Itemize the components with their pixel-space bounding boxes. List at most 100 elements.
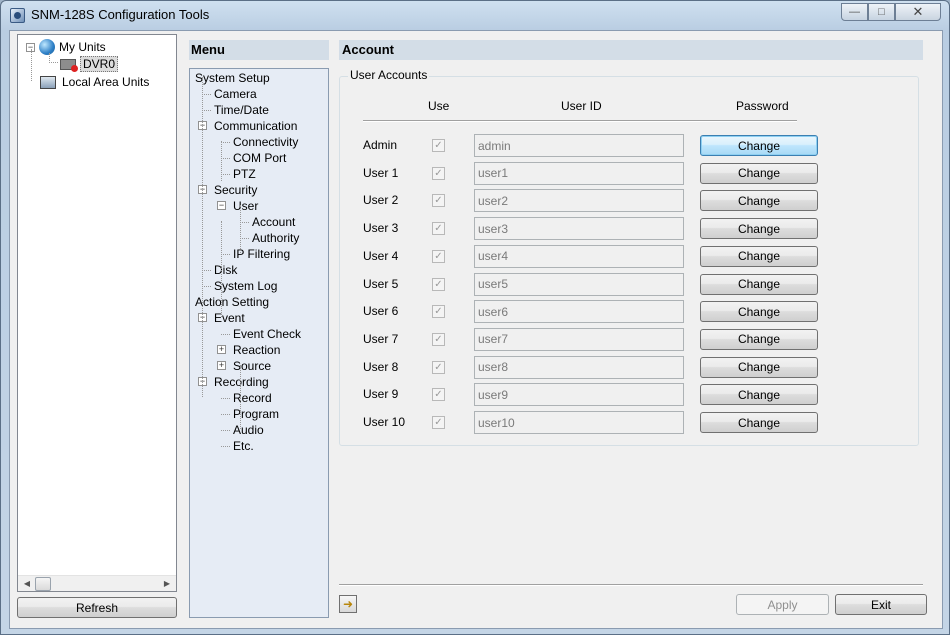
user-id-field[interactable]: [474, 244, 684, 268]
use-checkbox[interactable]: ✓: [432, 166, 445, 180]
window-title: SNM-128S Configuration Tools: [31, 7, 210, 22]
maximize-button[interactable]: □: [868, 3, 895, 21]
menu-item-authority[interactable]: Authority: [252, 230, 299, 246]
menu-item-camera[interactable]: Camera: [214, 86, 257, 102]
tree-connector: [240, 238, 249, 239]
tree-node-local-area-units[interactable]: Local Area Units: [40, 74, 149, 90]
column-password: Password: [736, 99, 789, 113]
tree-label-local-area-units: Local Area Units: [62, 75, 150, 89]
change-password-button[interactable]: Change: [700, 135, 818, 156]
tree-connector: [221, 221, 222, 317]
change-password-button[interactable]: Change: [700, 245, 818, 267]
change-password-button[interactable]: Change: [700, 273, 818, 295]
collapse-icon[interactable]: −: [217, 201, 226, 210]
use-checkbox[interactable]: ✓: [432, 194, 445, 208]
export-button[interactable]: ➜: [339, 595, 357, 613]
menu-item-account[interactable]: Account: [252, 214, 295, 230]
scroll-thumb[interactable]: [35, 577, 51, 591]
expand-icon[interactable]: +: [217, 345, 226, 354]
menu-item-event-check[interactable]: Event Check: [233, 326, 301, 342]
menu-item-system-log[interactable]: System Log: [214, 278, 277, 294]
tree-connector: [221, 414, 230, 415]
footer-divider: [339, 584, 923, 586]
apply-button[interactable]: Apply: [736, 594, 829, 615]
menu-item-security[interactable]: Security: [214, 182, 257, 198]
use-checkbox[interactable]: ✓: [432, 416, 445, 429]
menu-item-system-setup[interactable]: System Setup: [195, 70, 270, 86]
row-label: User 1: [363, 165, 399, 180]
change-password-button[interactable]: Change: [700, 190, 818, 212]
user-id-field[interactable]: [474, 355, 684, 379]
change-password-button[interactable]: Change: [700, 218, 818, 240]
menu-item-etc-[interactable]: Etc.: [233, 438, 254, 454]
tree-connector: [202, 77, 203, 397]
user-id-field[interactable]: [474, 189, 684, 213]
use-checkbox[interactable]: ✓: [432, 139, 445, 152]
change-password-button[interactable]: Change: [700, 328, 818, 350]
column-user-id: User ID: [561, 99, 602, 113]
change-password-button[interactable]: Change: [700, 412, 818, 433]
menu-item-time-date[interactable]: Time/Date: [214, 102, 269, 118]
menu-item-connectivity[interactable]: Connectivity: [233, 134, 298, 150]
tree-connector: [221, 446, 230, 447]
scroll-right-icon[interactable]: ▶: [160, 577, 174, 591]
user-id-field[interactable]: [474, 161, 684, 185]
use-checkbox[interactable]: ✓: [432, 222, 445, 236]
menu-item-disk[interactable]: Disk: [214, 262, 237, 278]
menu-header: Menu: [189, 40, 329, 60]
user-id-field[interactable]: [474, 300, 684, 324]
client-area: − My Units DVR0 Local Area Units ◀ ▶ Ref…: [9, 30, 943, 629]
menu-item-user[interactable]: User: [233, 198, 258, 214]
user-id-field[interactable]: [474, 134, 684, 157]
row-label: Admin: [363, 138, 398, 152]
expand-icon[interactable]: +: [217, 361, 226, 370]
tree-connector: [31, 49, 32, 81]
change-password-button[interactable]: Change: [700, 356, 818, 378]
tree-connector: [221, 174, 230, 175]
menu-tree[interactable]: System Setup Camera Time/Date − Communicatio…: [189, 68, 329, 618]
menu-item-com-port[interactable]: COM Port: [233, 150, 286, 166]
tree-node-dvr[interactable]: DVR0: [60, 56, 119, 72]
horizontal-scrollbar[interactable]: ◀ ▶: [18, 575, 176, 591]
menu-item-action-setting[interactable]: Action Setting: [195, 294, 269, 310]
row-label: User 6: [363, 304, 399, 319]
use-checkbox[interactable]: ✓: [432, 360, 445, 374]
use-checkbox[interactable]: ✓: [432, 332, 445, 346]
change-password-button[interactable]: Change: [700, 301, 818, 323]
user-id-field[interactable]: [474, 217, 684, 241]
menu-item-recording[interactable]: Recording: [214, 374, 269, 390]
scroll-left-icon[interactable]: ◀: [20, 577, 34, 591]
use-checkbox[interactable]: ✓: [432, 388, 445, 402]
close-button[interactable]: ✕: [895, 3, 941, 21]
user-id-field[interactable]: [474, 383, 684, 407]
menu-item-ip-filtering[interactable]: IP Filtering: [233, 246, 290, 262]
exit-button[interactable]: Exit: [835, 594, 927, 615]
use-checkbox[interactable]: ✓: [432, 277, 445, 291]
menu-item-audio[interactable]: Audio: [233, 422, 264, 438]
menu-item-communication[interactable]: Communication: [214, 118, 297, 134]
menu-item-ptz[interactable]: PTZ: [233, 166, 256, 182]
use-checkbox[interactable]: ✓: [432, 305, 445, 319]
change-password-button[interactable]: Change: [700, 162, 818, 184]
row-label: User 2: [363, 193, 399, 208]
tree-connector: [202, 110, 211, 111]
title-bar[interactable]: SNM-128S Configuration Tools — □ ✕: [1, 1, 949, 29]
menu-item-record[interactable]: Record: [233, 390, 272, 406]
unit-tree[interactable]: − My Units DVR0 Local Area Units ◀ ▶: [17, 34, 177, 592]
user-id-field[interactable]: [474, 272, 684, 296]
menu-item-source[interactable]: Source: [233, 358, 271, 374]
refresh-button[interactable]: Refresh: [17, 597, 177, 618]
minimize-button[interactable]: —: [841, 3, 868, 21]
tree-connector: [202, 94, 211, 95]
tree-connector: [221, 430, 230, 431]
menu-item-reaction[interactable]: Reaction: [233, 342, 280, 358]
user-id-field[interactable]: [474, 327, 684, 351]
user-id-field[interactable]: [474, 411, 684, 434]
change-password-button[interactable]: Change: [700, 384, 818, 406]
use-checkbox[interactable]: ✓: [432, 249, 445, 263]
menu-item-event[interactable]: Event: [214, 310, 245, 326]
tree-node-my-units[interactable]: − My Units: [26, 39, 106, 55]
tree-connector: [240, 205, 241, 253]
network-icon: [40, 75, 56, 89]
tree-connector: [240, 365, 241, 429]
